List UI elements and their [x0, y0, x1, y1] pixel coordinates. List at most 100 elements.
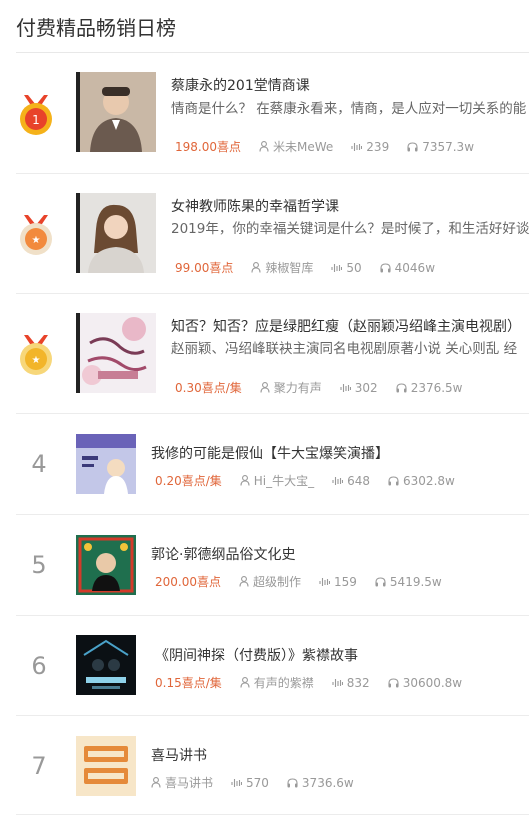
rank-number: 4 — [31, 450, 47, 478]
track-count-icon — [340, 383, 351, 392]
author-meta[interactable]: Hi_牛大宝_ — [240, 472, 314, 489]
user-icon — [259, 141, 269, 152]
tracks-meta: 570 — [231, 776, 269, 790]
cover-image[interactable] — [76, 72, 156, 152]
item-meta: 99.00喜点 辣椒智库 50 4046w — [175, 259, 453, 276]
rank-number: 5 — [31, 551, 47, 579]
svg-text:1: 1 — [32, 113, 40, 127]
item-meta: 0.20喜点/集 Hi_牛大宝_ 648 6302.8w — [155, 472, 473, 489]
headphones-icon — [388, 677, 399, 687]
price-label: 198.00喜点 — [175, 140, 241, 154]
item-title[interactable]: 知否？知否？应是绿肥红瘦（赵丽颖冯绍峰主演电视剧） — [171, 316, 521, 336]
list-item[interactable]: ★ 知否？知否？应是绿肥红瘦（赵丽颖冯绍峰主演电视剧） 赵丽颖、冯绍峰联袂主演同… — [16, 294, 529, 414]
author-meta[interactable]: 米未MeWe — [259, 138, 333, 155]
tracks-meta: 239 — [351, 140, 389, 154]
user-icon — [260, 382, 270, 393]
item-meta: 198.00喜点 米未MeWe 239 7357.3w — [175, 138, 492, 155]
tracks-meta: 302 — [340, 381, 378, 395]
track-count: 832 — [346, 675, 370, 690]
item-description: 2019年，你的幸福关键词是什么？是时候了，和生活好好谈 — [171, 221, 529, 237]
play-count: 7357.3w — [422, 139, 475, 154]
play-count: 6302.8w — [403, 473, 455, 488]
track-count-icon — [331, 263, 343, 272]
plays-meta: 4046w — [380, 261, 435, 275]
track-count: 302 — [354, 380, 378, 395]
author-name[interactable]: 有声的紫襟 — [254, 674, 314, 691]
author-meta[interactable]: 有声的紫襟 — [240, 674, 314, 691]
tracks-meta: 832 — [332, 676, 370, 690]
track-count: 648 — [347, 473, 371, 488]
headphones-icon — [380, 262, 391, 272]
list-item[interactable]: 6 《阴间神探（付费版）》紫襟故事 0.15喜点/集 有声的紫襟 832 306… — [16, 616, 529, 716]
cover-image[interactable] — [76, 535, 136, 595]
list-item[interactable]: 7 喜马讲书 喜马讲书 570 3736.6w — [16, 716, 529, 815]
svg-text:★: ★ — [32, 235, 41, 246]
cover-image[interactable] — [76, 193, 156, 273]
headphones-icon — [407, 141, 418, 151]
item-meta: 喜马讲书 570 3736.6w — [151, 774, 372, 791]
cover-image[interactable] — [76, 313, 156, 393]
item-description: 赵丽颖、冯绍峰联袂主演同名电视剧原著小说 关心则乱 经 — [171, 341, 518, 357]
item-title[interactable]: 郭论·郭德纲品俗文化史 — [151, 544, 295, 564]
price-label: 0.15喜点/集 — [155, 676, 222, 690]
track-count-icon — [231, 778, 243, 787]
plays-meta: 7357.3w — [407, 140, 474, 154]
item-title[interactable]: 蔡康永的201堂情商课 — [171, 75, 310, 95]
cover-image[interactable] — [76, 635, 136, 695]
list-item[interactable]: 5 郭论·郭德纲品俗文化史 200.00喜点 超级制作 159 5419.5w — [16, 515, 529, 616]
author-name[interactable]: Hi_牛大宝_ — [254, 472, 314, 489]
rank-medal-bronze-icon: ★ — [16, 333, 56, 377]
price-label: 99.00喜点 — [175, 261, 234, 275]
rank-number: 7 — [31, 752, 47, 780]
plays-meta: 2376.5w — [396, 381, 463, 395]
author-meta[interactable]: 喜马讲书 — [151, 774, 213, 791]
author-meta[interactable]: 聚力有声 — [260, 379, 322, 396]
cover-image[interactable] — [76, 736, 136, 796]
rank-medal-gold-icon: 1 — [16, 93, 56, 137]
rank-number: 6 — [31, 652, 47, 680]
user-icon — [240, 475, 250, 486]
author-meta[interactable]: 超级制作 — [239, 573, 301, 590]
headphones-icon — [375, 576, 386, 586]
rank-medal-silver-icon: ★ — [16, 213, 56, 257]
author-meta[interactable]: 辣椒智库 — [251, 259, 313, 276]
user-icon — [240, 677, 250, 688]
track-count: 570 — [246, 775, 269, 790]
list-item[interactable]: 1 蔡康永的201堂情商课 情商是什么？ 在蔡康永看来，情商，是人应对一切关系的… — [16, 53, 529, 174]
track-count-icon — [332, 678, 343, 687]
author-name[interactable]: 喜马讲书 — [165, 774, 213, 791]
list-item[interactable]: 4 我修的可能是假仙【牛大宝爆笑演播】 0.20喜点/集 Hi_牛大宝_ 648… — [16, 414, 529, 515]
tracks-meta: 50 — [331, 260, 362, 275]
author-name[interactable]: 聚力有声 — [274, 379, 322, 396]
headphones-icon — [388, 475, 399, 485]
price-label: 0.20喜点/集 — [155, 474, 222, 488]
item-title[interactable]: 我修的可能是假仙【牛大宝爆笑演播】 — [151, 443, 389, 463]
track-count: 239 — [366, 139, 390, 154]
item-title[interactable]: 《阴间神探（付费版）》紫襟故事 — [155, 645, 358, 665]
track-count-icon — [319, 577, 331, 586]
author-name[interactable]: 米未MeWe — [273, 138, 333, 155]
play-count: 2376.5w — [410, 380, 463, 395]
play-count: 30600.8w — [402, 675, 463, 690]
item-meta: 0.30喜点/集 聚力有声 302 2376.5w — [175, 379, 481, 396]
list-item[interactable]: ★ 女神教师陈果的幸福哲学课 2019年，你的幸福关键词是什么？是时候了，和生活… — [16, 174, 529, 294]
author-name[interactable]: 超级制作 — [253, 573, 301, 590]
track-count: 50 — [346, 260, 362, 275]
headphones-icon — [287, 777, 298, 787]
item-title[interactable]: 喜马讲书 — [151, 745, 207, 765]
item-title[interactable]: 女神教师陈果的幸福哲学课 — [171, 196, 339, 216]
tracks-meta: 159 — [319, 575, 357, 589]
tracks-meta: 648 — [332, 474, 370, 488]
author-name[interactable]: 辣椒智库 — [265, 259, 313, 276]
price-label: 0.30喜点/集 — [175, 381, 242, 395]
user-icon — [239, 576, 249, 587]
plays-meta: 5419.5w — [375, 575, 442, 589]
play-count: 3736.6w — [301, 775, 354, 790]
track-count-icon — [351, 142, 363, 151]
plays-meta: 6302.8w — [388, 474, 455, 488]
price-label: 200.00喜点 — [155, 575, 221, 589]
item-meta: 0.15喜点/集 有声的紫襟 832 30600.8w — [155, 674, 480, 691]
headphones-icon — [396, 382, 407, 392]
user-icon — [151, 777, 161, 788]
cover-image[interactable] — [76, 434, 136, 494]
